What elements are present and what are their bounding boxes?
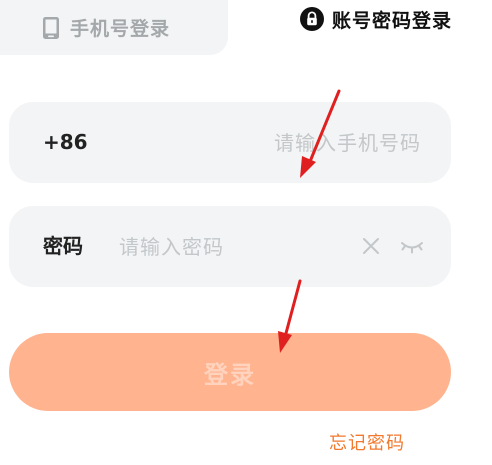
tab-phone-login-label: 手机号登录	[70, 18, 171, 40]
close-icon[interactable]	[359, 234, 383, 258]
phone-input[interactable]	[109, 122, 423, 164]
phone-field: +86	[9, 102, 451, 183]
lock-icon	[300, 7, 324, 31]
login-tabs: 手机号登录 账号密码登录	[0, 0, 492, 56]
tab-phone-login[interactable]: 手机号登录	[0, 0, 228, 55]
password-field: 密码	[9, 206, 451, 287]
tab-password-login-label: 账号密码登录	[332, 9, 453, 32]
login-button[interactable]: 登录	[9, 333, 451, 411]
password-label: 密码	[43, 234, 83, 258]
tab-password-login[interactable]: 账号密码登录	[300, 6, 452, 32]
country-code[interactable]: +86	[43, 102, 88, 183]
forgot-password-link[interactable]: 忘记密码	[329, 429, 405, 455]
eye-closed-icon[interactable]	[399, 234, 425, 258]
phone-icon	[43, 16, 59, 39]
password-input[interactable]	[117, 226, 351, 268]
login-page: 手机号登录 账号密码登录 +86 密码 登录 忘记密码	[0, 0, 492, 465]
